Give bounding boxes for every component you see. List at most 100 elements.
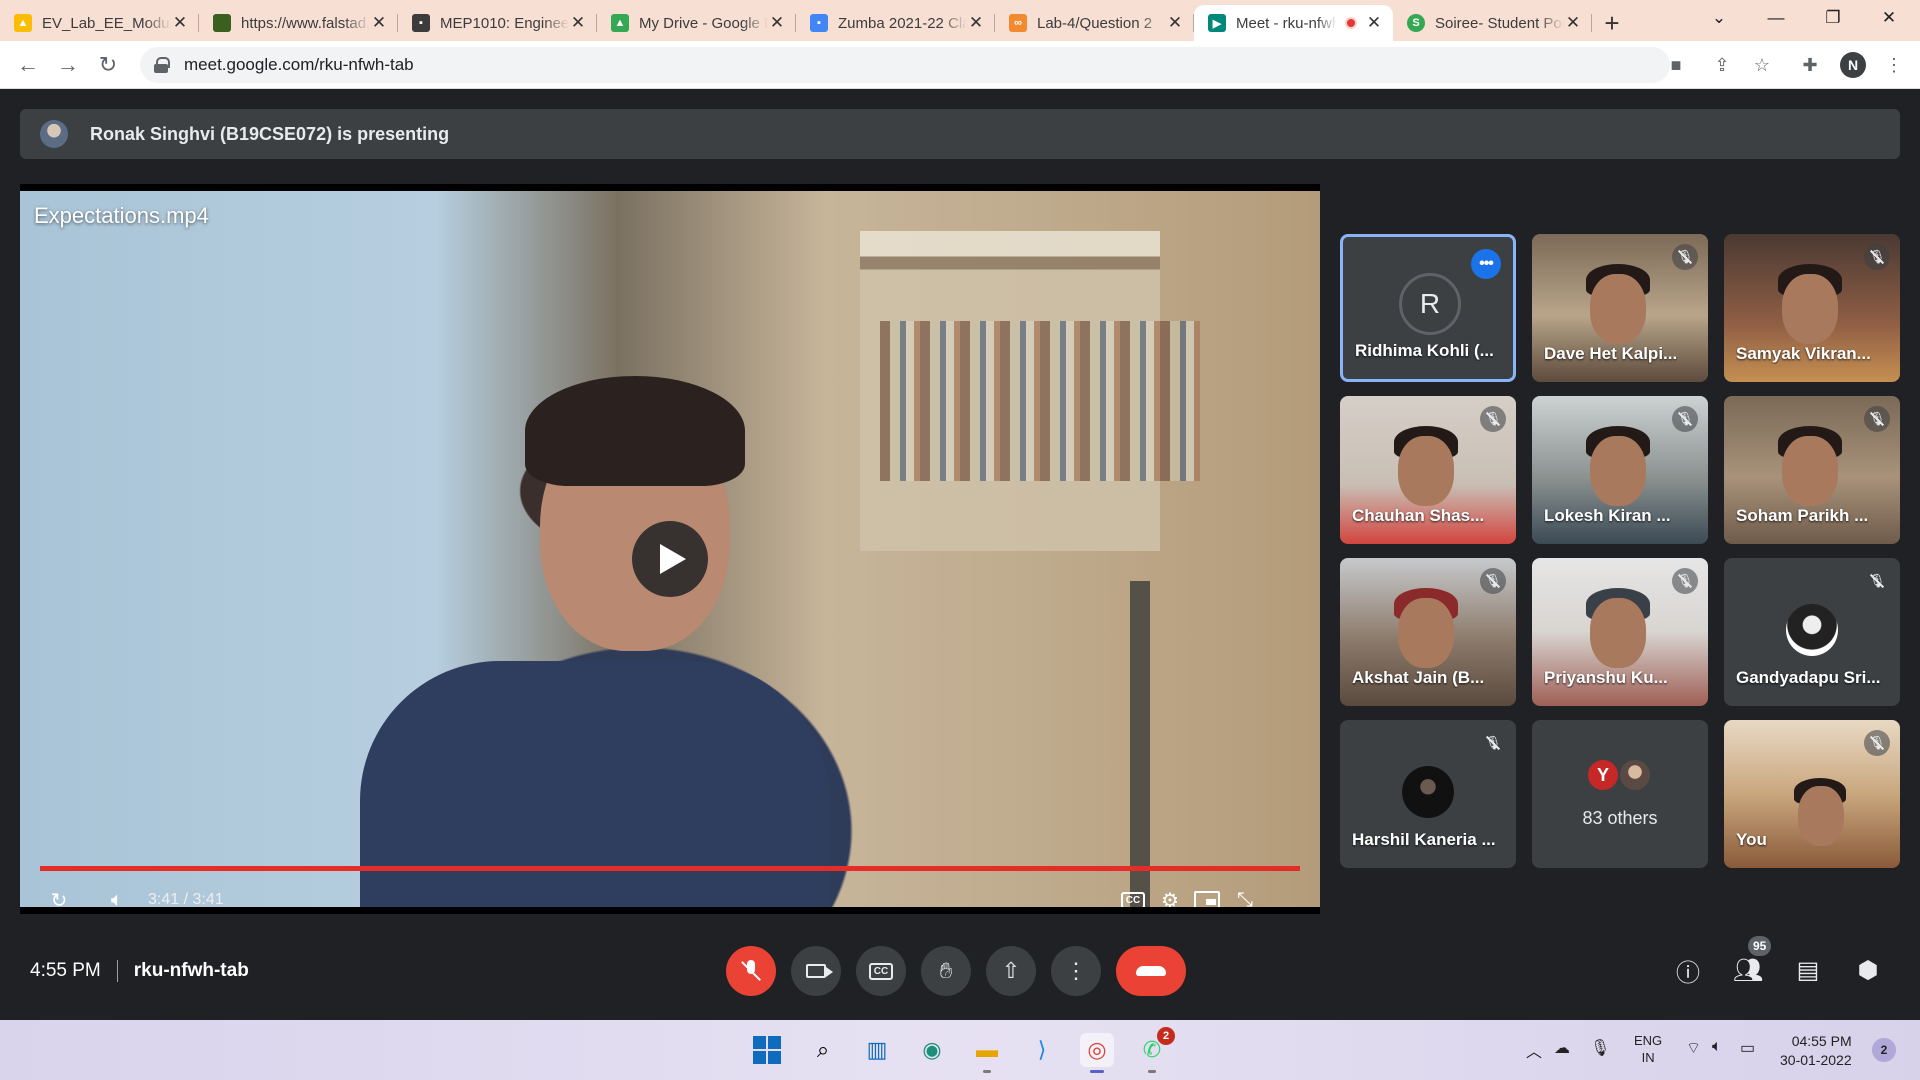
share-icon[interactable]: ⇪	[1710, 53, 1734, 77]
widgets-icon[interactable]: ▥	[860, 1033, 894, 1067]
mic-muted-icon: 🎙︎	[1672, 244, 1698, 270]
participant-tile[interactable]: 🎙︎ Lokesh Kiran ...	[1532, 396, 1708, 544]
tab-search-icon[interactable]: ⌄	[1692, 0, 1746, 36]
participant-face	[1782, 436, 1838, 506]
close-tab-icon[interactable]: ✕	[768, 13, 786, 33]
notification-center-badge[interactable]: 2	[1872, 1038, 1896, 1062]
chat-button[interactable]: ▤	[1790, 952, 1826, 988]
participant-tile[interactable]: 🎙︎ Harshil Kaneria ...	[1340, 720, 1516, 868]
browser-tab[interactable]: ∞ Lab-4/Question 2 ✕	[995, 5, 1194, 41]
new-tab-button[interactable]: +	[1592, 5, 1632, 41]
browser-tab[interactable]: ▲ EV_Lab_EE_Module ✕	[0, 5, 199, 41]
browser-tab[interactable]: ▪ Zumba 2021-22 Class ✕	[796, 5, 995, 41]
lock-icon[interactable]	[154, 57, 170, 73]
participant-avatar: R	[1399, 273, 1461, 335]
people-button[interactable]: 👥︎	[1730, 952, 1766, 988]
play-button[interactable]	[632, 521, 708, 597]
video-progress-bar[interactable]	[40, 866, 1300, 871]
microphone-toggle-button[interactable]	[726, 946, 776, 996]
browser-tab-active[interactable]: ▶ Meet - rku-nfwh-tab ✕	[1194, 5, 1393, 41]
more-options-button[interactable]: ⋮	[1051, 946, 1101, 996]
leave-call-button[interactable]	[1116, 946, 1186, 996]
activities-button[interactable]: ⬢	[1850, 952, 1886, 988]
close-tab-icon[interactable]: ✕	[1166, 13, 1184, 33]
wifi-icon[interactable]: ⌔	[1686, 1038, 1701, 1058]
close-tab-icon[interactable]: ✕	[967, 13, 985, 33]
captions-button[interactable]: CC	[856, 946, 906, 996]
profile-avatar[interactable]: N	[1840, 52, 1866, 78]
exit-fullscreen-icon[interactable]: ⤡	[1230, 885, 1260, 908]
more-options-icon[interactable]: •••	[1471, 249, 1501, 279]
participant-tile[interactable]: 🎙︎ Priyanshu Ku...	[1532, 558, 1708, 706]
show-hidden-icons-chevron-icon[interactable]: ︿	[1526, 1038, 1542, 1062]
shared-video-player[interactable]: Expectations.mp4 ↻ 🔈︎ 3:41 / 3:41 CC ⚙ ⤡	[20, 184, 1320, 914]
input-language-indicator[interactable]: ENG IN	[1634, 1032, 1662, 1066]
close-tab-icon[interactable]: ✕	[569, 13, 587, 33]
self-tile[interactable]: 🎙︎ You	[1724, 720, 1900, 868]
video-title: Expectations.mp4	[34, 203, 209, 228]
browser-menu-icon[interactable]: ⋮	[1882, 53, 1906, 77]
present-now-button[interactable]: ⇧	[986, 946, 1036, 996]
replay-icon[interactable]: ↻	[44, 885, 74, 908]
close-tab-icon[interactable]: ✕	[370, 13, 388, 33]
settings-gear-icon[interactable]: ⚙	[1155, 885, 1185, 908]
participant-name: You	[1736, 830, 1767, 849]
participant-tile[interactable]: 🎙︎ Soham Parikh ...	[1724, 396, 1900, 544]
mic-muted-icon: 🎙︎	[1672, 568, 1698, 594]
participant-tile[interactable]: 🎙︎ Chauhan Shas...	[1340, 396, 1516, 544]
microphone-tray-icon[interactable]: 🎙︎	[1590, 1038, 1610, 1058]
meeting-details-button[interactable]: ⓘ	[1670, 952, 1706, 988]
restore-button[interactable]: ❐	[1806, 0, 1860, 36]
search-icon[interactable]: ⌕	[806, 1033, 840, 1067]
participant-avatar	[1786, 604, 1838, 656]
meet-control-bar: 4:55 PM rku-nfwh-tab CC ✋︎ ⇧ ⋮ ⓘ 95 👥︎ ▤…	[0, 930, 1920, 1020]
participant-tile[interactable]: 🎙︎ Akshat Jain (B...	[1340, 558, 1516, 706]
others-count-label: 83 others	[1582, 808, 1658, 828]
start-button[interactable]	[750, 1033, 784, 1067]
browser-tab[interactable]: ▪ MEP1010: Engineering ✕	[398, 5, 597, 41]
participant-avatar: Y	[1586, 758, 1620, 792]
browser-tab[interactable]: ▲ My Drive - Google Drive ✕	[597, 5, 796, 41]
close-tab-icon[interactable]: ✕	[1564, 13, 1582, 33]
edge-browser-icon[interactable]: ◉	[915, 1033, 949, 1067]
raise-hand-button[interactable]: ✋︎	[921, 946, 971, 996]
volume-icon[interactable]: 🔈︎	[102, 885, 132, 908]
participant-name: Chauhan Shas...	[1352, 506, 1485, 525]
browser-tab[interactable]: https://www.falstad.com ✕	[199, 5, 398, 41]
file-explorer-icon[interactable]: ▬	[970, 1033, 1004, 1073]
browser-tab[interactable]: S Soiree- Student Portal ✕	[1393, 5, 1592, 41]
forward-arrow-icon[interactable]: →	[54, 51, 82, 79]
battery-icon[interactable]: ▭	[1740, 1038, 1755, 1058]
video-time: 3:41 / 3:41	[148, 891, 224, 908]
camera-in-use-icon[interactable]: ■	[1664, 53, 1688, 77]
participant-tile[interactable]: 🎙︎ Samyak Vikran...	[1724, 234, 1900, 382]
close-tab-icon[interactable]: ✕	[1365, 13, 1383, 33]
close-tab-icon[interactable]: ✕	[171, 13, 189, 33]
minimize-button[interactable]: —	[1749, 0, 1803, 36]
extensions-puzzle-icon[interactable]: ✚	[1798, 53, 1822, 77]
video-person-hair	[525, 376, 745, 486]
system-clock[interactable]: 04:55 PM 30-01-2022	[1780, 1032, 1852, 1070]
whatsapp-icon[interactable]: ✆ 2	[1135, 1027, 1175, 1073]
bookmark-star-icon[interactable]: ☆	[1750, 53, 1774, 77]
participant-tile[interactable]: 🎙︎ Dave Het Kalpi...	[1532, 234, 1708, 382]
google-meet-icon: ▶	[1208, 14, 1226, 32]
chrome-icon[interactable]: ◎	[1080, 1033, 1114, 1073]
vscode-icon[interactable]: ⟩	[1025, 1033, 1059, 1067]
close-window-button[interactable]: ✕	[1862, 0, 1916, 36]
reload-icon[interactable]: ↻	[94, 51, 122, 79]
others-tile[interactable]: Y 83 others	[1532, 720, 1708, 868]
participant-tile[interactable]: R ••• Ridhima Kohli (...	[1340, 234, 1516, 382]
volume-tray-icon[interactable]: 🔈︎	[1712, 1038, 1722, 1056]
onedrive-cloud-icon[interactable]: ☁	[1554, 1038, 1570, 1058]
presenter-avatar	[40, 120, 68, 148]
miniplayer-icon[interactable]	[1192, 885, 1222, 907]
back-arrow-icon[interactable]: ←	[14, 51, 42, 79]
camera-toggle-button[interactable]	[791, 946, 841, 996]
mic-muted-icon: 🎙︎	[1480, 406, 1506, 432]
captions-icon[interactable]: CC	[1118, 885, 1148, 907]
participant-tile[interactable]: 🎙︎ Gandyadapu Sri...	[1724, 558, 1900, 706]
url-bar[interactable]: meet.google.com/rku-nfwh-tab	[140, 47, 1670, 83]
participant-face	[1782, 274, 1838, 344]
url-text[interactable]: meet.google.com/rku-nfwh-tab	[184, 55, 414, 75]
